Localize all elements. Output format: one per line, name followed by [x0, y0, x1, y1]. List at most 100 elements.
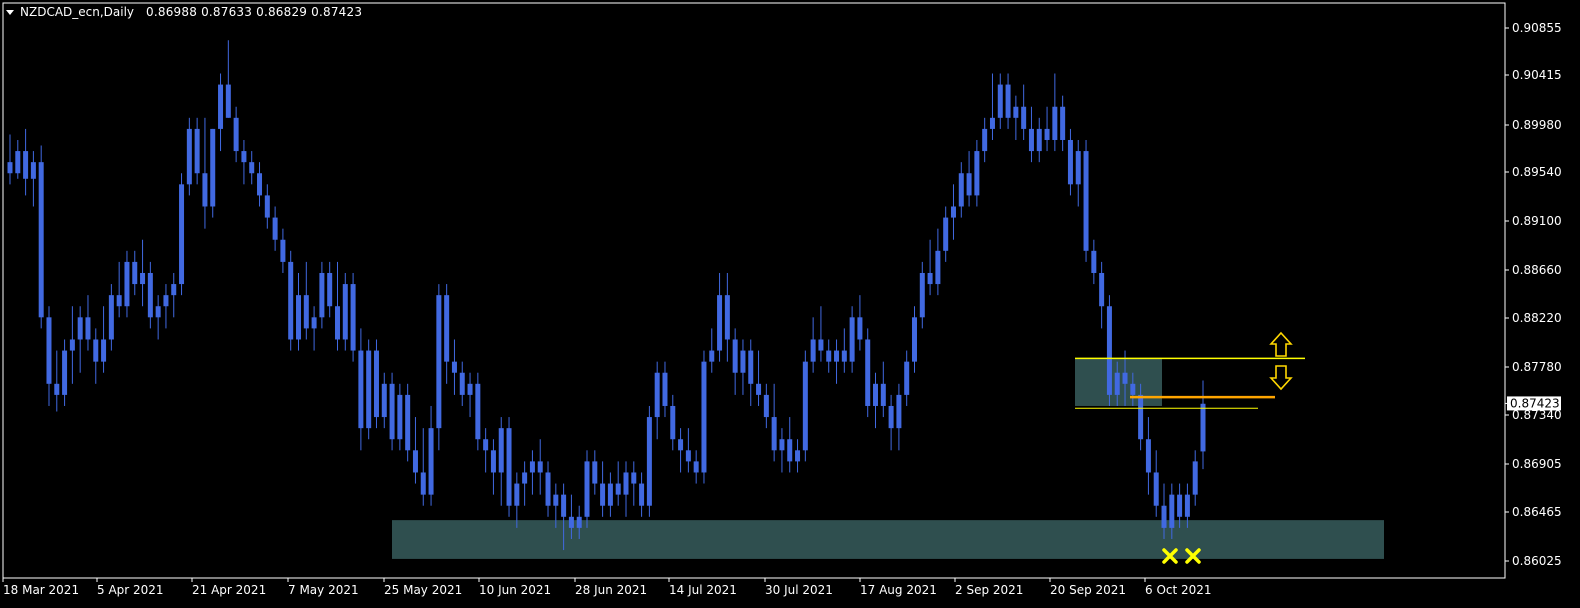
candle-body — [412, 450, 418, 473]
y-tick-label: 0.89100 — [1512, 214, 1562, 228]
candle-body — [943, 217, 949, 251]
candle-body — [880, 383, 886, 406]
candle-body — [506, 428, 512, 506]
candle-body — [327, 272, 333, 307]
candle-body — [116, 295, 122, 307]
candle-body — [529, 461, 535, 473]
candle-body — [233, 117, 239, 152]
candle-body — [740, 350, 746, 373]
x-tick-label: 20 Sep 2021 — [1050, 583, 1126, 597]
y-tick-label: 0.90415 — [1512, 68, 1562, 82]
candle-body — [140, 272, 146, 285]
candle-body — [1114, 372, 1120, 395]
candle-body — [670, 405, 676, 440]
x-tick-label: 17 Aug 2021 — [860, 583, 937, 597]
candle-body — [576, 516, 582, 528]
x-tick-label: 14 Jul 2021 — [669, 583, 737, 597]
candle-body — [241, 151, 247, 163]
y-tick-label: 0.89980 — [1512, 118, 1562, 132]
x-tick-label: 6 Oct 2021 — [1145, 583, 1212, 597]
x-tick-label: 7 May 2021 — [288, 583, 359, 597]
candle-body — [436, 295, 442, 429]
candle-body — [646, 417, 652, 506]
y-tick-label: 0.89540 — [1512, 165, 1562, 179]
candle-body — [873, 383, 879, 406]
candle-body — [272, 217, 278, 240]
x-tick-label: 18 Mar 2021 — [3, 583, 79, 597]
candle-body — [545, 472, 551, 506]
candle-body — [849, 317, 855, 362]
candle-body — [249, 162, 255, 174]
candle-body — [514, 483, 520, 506]
candle-body — [210, 128, 216, 207]
candle-body — [23, 151, 29, 179]
candle-body — [1067, 139, 1073, 185]
candle-body — [1036, 128, 1042, 152]
candle-body — [218, 84, 224, 129]
candle-body — [288, 261, 294, 340]
candle-body — [1099, 272, 1105, 307]
x-tick-label: 30 Jul 2021 — [765, 583, 833, 597]
candle-body — [1200, 403, 1206, 452]
candle-body — [685, 450, 691, 462]
candle-body — [678, 439, 684, 451]
candle-body — [795, 450, 801, 462]
candle-body — [623, 472, 629, 495]
candle-body — [381, 383, 387, 418]
y-tick-label: 0.86465 — [1512, 505, 1562, 519]
candle-body — [693, 461, 699, 473]
candle-body — [724, 295, 730, 340]
candle-body — [319, 272, 325, 318]
candle-body — [662, 372, 668, 406]
candle-body — [303, 295, 309, 329]
candle-body — [225, 84, 231, 118]
candle-body — [904, 361, 910, 395]
candle-body — [1161, 505, 1167, 528]
candle-body — [600, 483, 606, 506]
candle-body — [935, 250, 941, 285]
x-tick-label: 21 Apr 2021 — [192, 583, 266, 597]
candle-body — [787, 439, 793, 462]
candle-body — [1177, 494, 1183, 517]
price-chart[interactable]: 0.90855 0.90415 0.89980 0.89540 0.89100 0.886… — [0, 0, 1580, 608]
candle-body — [568, 516, 574, 528]
candle-body — [1075, 151, 1081, 185]
candle-body — [818, 339, 824, 351]
candle-body — [1153, 472, 1159, 506]
candle-body — [522, 472, 528, 484]
candle-body — [1091, 250, 1097, 273]
candle-body — [311, 317, 317, 329]
candle-body — [38, 162, 44, 318]
candle-body — [179, 184, 185, 285]
candle-body — [810, 339, 816, 362]
candle-body — [467, 383, 473, 395]
candle-body — [69, 339, 75, 351]
candle-body — [101, 339, 107, 362]
candle-body — [865, 339, 871, 406]
candle-body — [334, 306, 340, 340]
candle-body — [974, 151, 980, 196]
candle-body — [919, 272, 925, 318]
candle-body — [950, 206, 956, 218]
candle-body — [748, 350, 754, 384]
candle-body — [631, 472, 637, 484]
candle-body — [358, 350, 364, 429]
candle-body — [958, 173, 964, 207]
candle-body — [350, 284, 356, 351]
candle-body — [771, 417, 777, 451]
candle-body — [717, 295, 723, 351]
x-tick-label: 28 Jun 2021 — [575, 583, 647, 597]
candle-body — [93, 339, 99, 362]
candle-body — [397, 394, 403, 440]
candle-body — [202, 173, 208, 207]
candle-body — [420, 472, 426, 495]
candle-body — [498, 428, 504, 473]
candle-body — [701, 361, 707, 473]
candle-body — [54, 383, 60, 395]
candle-body — [584, 461, 590, 517]
candle-body — [171, 284, 177, 296]
candle-body — [280, 239, 286, 262]
candle-body — [779, 439, 785, 451]
x-tick-label: 10 Jun 2021 — [479, 583, 551, 597]
x-tick-label: 5 Apr 2021 — [97, 583, 164, 597]
